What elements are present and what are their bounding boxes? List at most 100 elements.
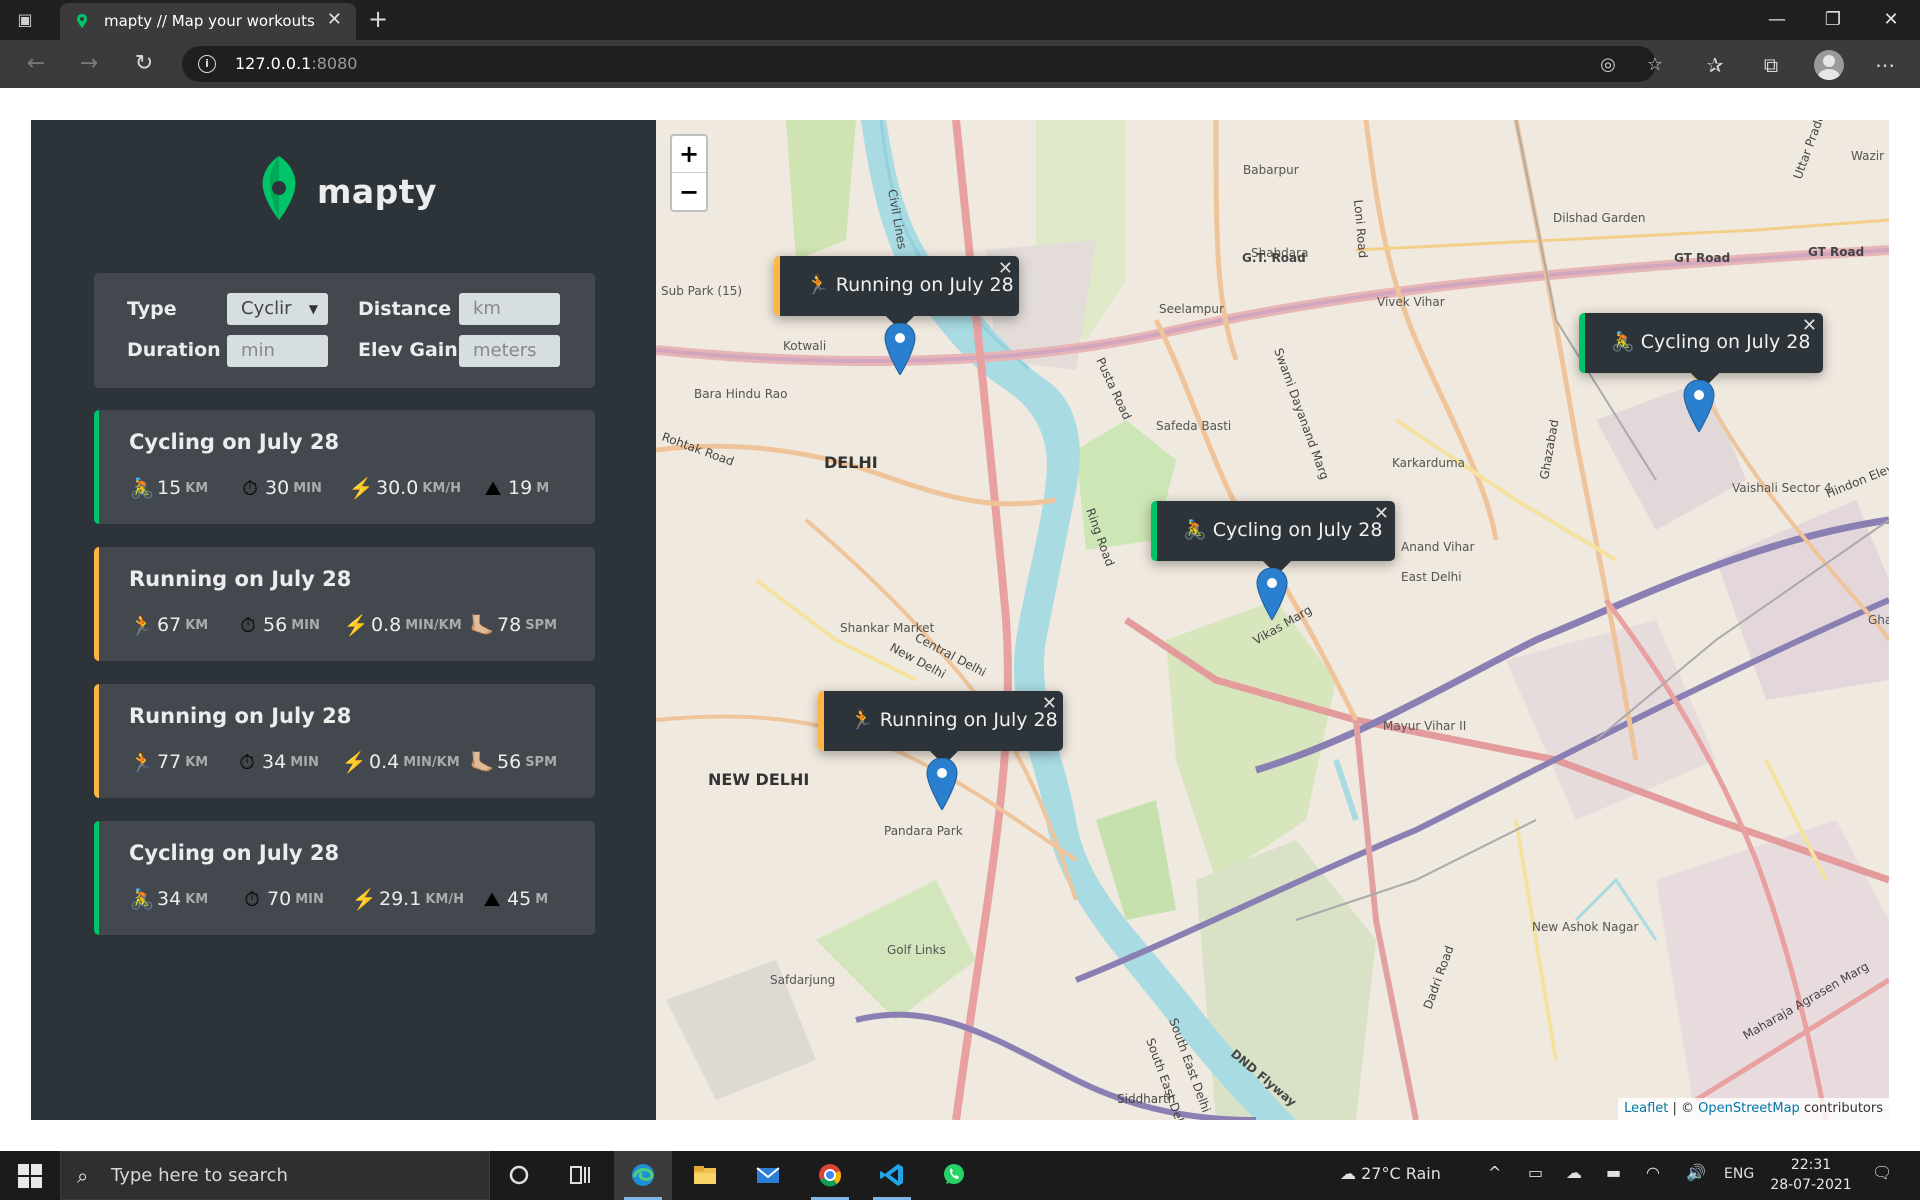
workout-popup[interactable]: 🏃 Running on July 28 ✕ <box>774 256 1019 331</box>
lightning-icon: ⚡️ <box>351 887 377 911</box>
attribution-separator: | © <box>1668 1101 1699 1116</box>
place-label: Vivek Vihar <box>1377 295 1445 309</box>
favorites-icon[interactable]: ✰ <box>1703 53 1727 77</box>
detail-value: 56 <box>497 751 522 773</box>
notifications-icon[interactable]: 🗨 <box>1872 1163 1892 1182</box>
detail-unit: KM <box>185 891 209 907</box>
map-marker-icon[interactable] <box>1256 568 1288 620</box>
running-icon: 🏃 <box>129 613 155 637</box>
location-icon[interactable]: ◎ <box>1597 54 1619 76</box>
info-icon[interactable]: i <box>198 55 216 73</box>
workout-title: Cycling on July 28 <box>129 841 340 865</box>
url-text[interactable]: 127.0.0.1:8080 <box>235 54 357 73</box>
url-host: 127.0.0.1 <box>235 54 312 73</box>
workout-card[interactable]: Cycling on July 28 🚴 34 KM ⏱ 70 MIN ⚡️ 29.1 KM… <box>94 821 595 935</box>
place-label: Dilshad Garden <box>1553 211 1646 225</box>
detail-unit: M <box>536 480 550 496</box>
popup-text: Cycling on July 28 <box>1640 331 1811 353</box>
workout-detail-speed: ⚡️ 29.1 KM/H <box>351 887 464 915</box>
profile-avatar[interactable] <box>1814 50 1844 80</box>
restore-icon[interactable]: ❐ <box>1813 4 1853 36</box>
lightning-icon: ⚡️ <box>341 750 367 774</box>
onedrive-icon[interactable]: ☁ <box>1566 1163 1582 1182</box>
place-label: East Delhi <box>1401 570 1462 584</box>
elev-gain-input[interactable]: meters <box>459 335 560 367</box>
popup-close-icon[interactable]: ✕ <box>1802 315 1817 336</box>
show-hidden-icons-icon[interactable]: ^ <box>1488 1163 1501 1182</box>
place-label: Vaishali Sector 4 <box>1732 481 1832 495</box>
file-explorer-icon[interactable] <box>676 1151 734 1200</box>
running-icon: 🏃 <box>129 750 155 774</box>
refresh-icon[interactable]: ↻ <box>128 50 160 78</box>
workout-card[interactable]: Cycling on July 28 🚴 15 KM ⏱ 30 MIN ⚡️ 30.0 KM… <box>94 410 595 524</box>
workout-popup[interactable]: 🏃 Running on July 28 ✕ <box>818 691 1063 766</box>
workout-detail-cadence: 🦶🏼 56 SPM <box>469 750 557 778</box>
chevron-down-icon: ▼ <box>308 302 318 316</box>
cycling-icon: 🚴 <box>129 887 155 911</box>
map-marker-icon[interactable] <box>884 323 916 375</box>
windows-start-icon[interactable] <box>18 1164 42 1188</box>
tab-close-icon[interactable]: ✕ <box>327 10 342 30</box>
workout-card[interactable]: Running on July 28 🏃 77 KM ⏱ 34 MIN ⚡️ 0.4 MIN… <box>94 684 595 798</box>
back-arrow-icon[interactable]: ← <box>20 50 52 78</box>
popup-close-icon[interactable]: ✕ <box>998 258 1013 279</box>
openstreetmap-link[interactable]: OpenStreetMap <box>1698 1101 1800 1116</box>
mail-icon[interactable] <box>739 1151 797 1200</box>
more-menu-icon[interactable]: ⋯ <box>1873 53 1897 77</box>
stopwatch-icon: ⏱ <box>240 613 256 637</box>
weather-widget[interactable]: ☁ 27°C Rain <box>1340 1164 1441 1183</box>
whatsapp-icon[interactable] <box>925 1151 983 1200</box>
collections-icon[interactable]: ⧉ <box>1759 53 1783 77</box>
new-tab-button[interactable]: + <box>368 6 388 32</box>
chrome-icon[interactable] <box>801 1151 859 1200</box>
workout-detail-speed: ⚡️ 30.0 KM/H <box>348 476 461 504</box>
tab-actions-icon[interactable]: ▣ <box>14 9 36 31</box>
detail-value: 19 <box>508 477 533 499</box>
minimize-icon[interactable]: — <box>1757 4 1797 36</box>
popup-close-icon[interactable]: ✕ <box>1042 693 1057 714</box>
taskbar-search[interactable]: ⌕ Type here to search <box>60 1151 490 1200</box>
workout-detail-distance: 🚴 34 KM <box>129 887 209 915</box>
workout-popup[interactable]: 🚴 Cycling on July 28 ✕ <box>1579 313 1823 388</box>
map-marker-icon[interactable] <box>926 758 958 810</box>
popup-content: 🚴 Cycling on July 28 <box>1611 330 1810 353</box>
vscode-icon[interactable] <box>863 1151 921 1200</box>
duration-input[interactable]: min <box>227 335 328 367</box>
detail-unit: MIN/KM <box>405 617 462 633</box>
add-favorite-icon[interactable]: ☆ <box>1644 54 1666 76</box>
detail-unit: KM <box>185 754 209 770</box>
zoom-out-button[interactable]: − <box>672 174 706 211</box>
detail-unit: KM <box>185 617 209 633</box>
task-view-icon[interactable] <box>551 1151 609 1200</box>
zoom-in-button[interactable]: + <box>672 136 706 173</box>
address-bar[interactable]: i 127.0.0.1:8080 ◎ ☆ <box>182 46 1663 82</box>
leaflet-link[interactable]: Leaflet <box>1624 1101 1668 1116</box>
edge-browser-icon[interactable] <box>614 1151 672 1200</box>
distance-input[interactable]: km <box>459 293 560 325</box>
window-close-icon[interactable]: ✕ <box>1871 4 1911 36</box>
meet-now-icon[interactable]: ▭ <box>1528 1163 1543 1182</box>
detail-unit: M <box>535 891 549 907</box>
map-view[interactable]: DELHI NEW DELHI Babarpur Seelampur Shahd… <box>656 120 1889 1120</box>
language-indicator[interactable]: ENG <box>1724 1166 1754 1182</box>
cortana-icon[interactable] <box>490 1151 548 1200</box>
popup-close-icon[interactable]: ✕ <box>1374 503 1389 524</box>
map-marker-icon[interactable] <box>1683 380 1715 432</box>
place-label: Bara Hindu Rao <box>694 387 787 401</box>
duration-label: Duration <box>127 339 221 361</box>
workout-popup[interactable]: 🚴 Cycling on July 28 ✕ <box>1151 501 1395 576</box>
type-select[interactable]: Cyclir ▼ <box>227 293 328 325</box>
workout-card[interactable]: Running on July 28 🏃 67 KM ⏱ 56 MIN ⚡️ 0.8 MIN… <box>94 547 595 661</box>
forward-arrow-icon[interactable]: → <box>73 50 105 78</box>
taskbar-clock[interactable]: 22:31 28-07-2021 <box>1762 1155 1860 1195</box>
popup-text: Cycling on July 28 <box>1212 519 1383 541</box>
detail-unit: MIN <box>293 480 322 496</box>
place-label: New Ashok Nagar <box>1532 920 1638 934</box>
volume-icon[interactable]: 🔊 <box>1686 1163 1706 1182</box>
workout-detail-elevation: ⛰ 45 M <box>479 887 549 915</box>
battery-icon[interactable]: ▬ <box>1606 1163 1621 1182</box>
map-pin-logo-icon <box>262 156 296 220</box>
browser-tab[interactable]: mapty // Map your workouts ✕ <box>60 3 356 40</box>
distance-label: Distance <box>358 298 452 320</box>
wifi-icon[interactable]: ◠ <box>1646 1163 1660 1182</box>
